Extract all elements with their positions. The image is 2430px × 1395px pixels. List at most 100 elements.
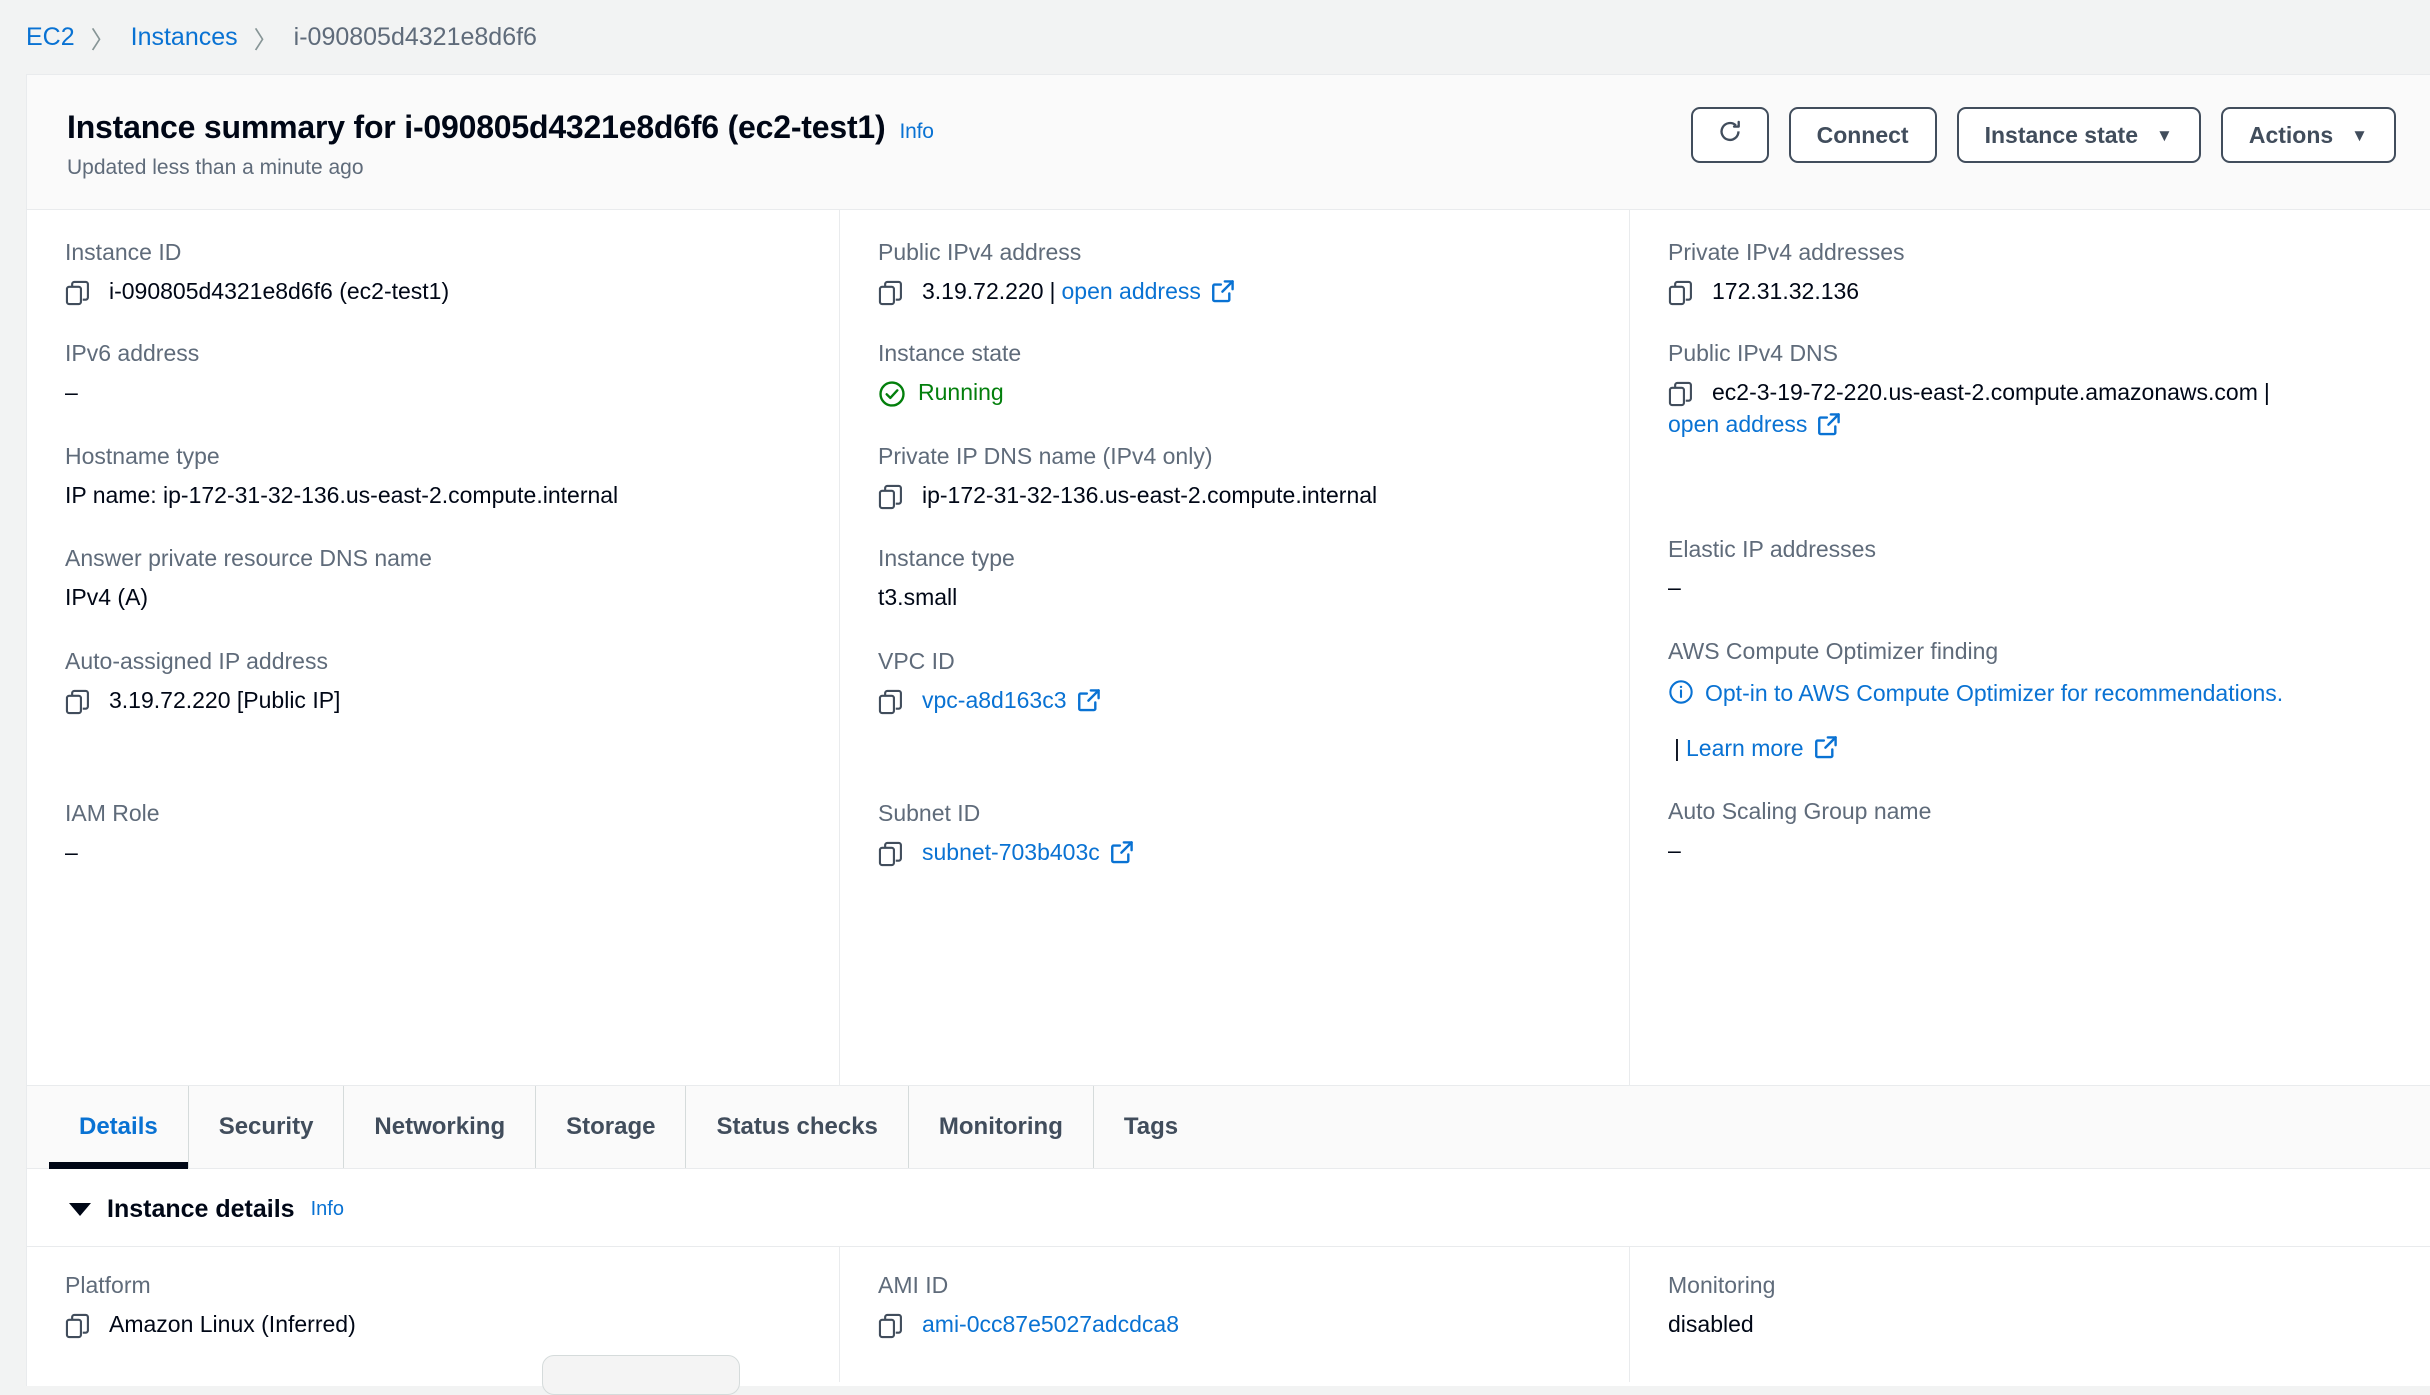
chevron-down-icon: ▼ [2351, 125, 2368, 145]
field-label: Private IPv4 addresses [1668, 239, 1905, 265]
copy-icon[interactable] [65, 1312, 91, 1340]
open-address-link[interactable]: open address [1062, 276, 1201, 308]
field-value: 172.31.32.136 [1668, 276, 2404, 308]
refresh-button[interactable] [1690, 107, 1769, 163]
instance-details-grid: Platform Amazon Linux (Inferred) AMI ID … [27, 1246, 2430, 1382]
instance-state-value: Running [918, 379, 1004, 406]
connect-button[interactable]: Connect [1788, 107, 1937, 163]
field-public-ipv4-dns: Public IPv4 DNS ec2-3-19-72-220.us-east-… [1668, 339, 2404, 440]
field-value: subnet-703b403c [878, 837, 1603, 869]
breadcrumb-item-ec2[interactable]: EC2 [26, 23, 75, 52]
actions-button[interactable]: Actions ▼ [2220, 107, 2396, 163]
external-link-icon[interactable] [1110, 840, 1134, 864]
info-link[interactable]: Info [899, 120, 933, 144]
chevron-down-icon[interactable] [69, 1203, 91, 1216]
tab-monitoring[interactable]: Monitoring [909, 1086, 1094, 1168]
field-label: Elastic IP addresses [1668, 535, 1876, 562]
external-link-icon[interactable] [1077, 688, 1101, 712]
field-label: IAM Role [65, 800, 160, 827]
section-header: Instance details Info [27, 1169, 2430, 1246]
chevron-down-icon: ▼ [2156, 125, 2173, 145]
copy-icon[interactable] [878, 688, 904, 716]
field-label: Instance state [878, 340, 1022, 367]
learn-more-link[interactable]: Learn more [1686, 735, 1804, 761]
updated-timestamp: Updated less than a minute ago [67, 156, 364, 179]
instance-details-section: Instance details Info Platform Amazon Li… [27, 1169, 2430, 1382]
field-private-ip-dns-name: Private IP DNS name (IPv4 only) ip-172-3… [878, 442, 1603, 511]
field-private-ipv4-addresses: Private IPv4 addresses 172.31.32.136 [1668, 238, 2404, 307]
breadcrumb-separator-icon: 〉 [253, 26, 278, 54]
breadcrumb-separator-icon: 〉 [90, 26, 115, 54]
field-value: 3.19.72.220 [Public IP] [65, 685, 813, 717]
field-value-text: ip-172-31-32-136.us-east-2.compute.inter… [922, 481, 1378, 508]
section-title: Instance details [107, 1195, 295, 1223]
instance-state-button-label: Instance state [1984, 121, 2138, 148]
tab-status-checks[interactable]: Status checks [686, 1086, 909, 1168]
field-label: Public IPv4 DNS [1668, 340, 1839, 367]
field-label: Subnet ID [878, 800, 981, 827]
ami-id-link[interactable]: ami-0cc87e5027adcdca8 [922, 1309, 1179, 1341]
field-label: VPC ID [878, 647, 955, 674]
tab-networking[interactable]: Networking [344, 1086, 537, 1168]
tab-label: Details [79, 1113, 158, 1140]
tab-security[interactable]: Security [189, 1086, 345, 1168]
page-title-text: Instance summary for i-090805d4321e8d6f6… [67, 109, 886, 145]
copy-icon[interactable] [878, 840, 904, 868]
field-answer-private-dns-name: Answer private resource DNS name IPv4 (A… [65, 544, 813, 613]
field-auto-scaling-group-name: Auto Scaling Group name – [1668, 797, 2404, 866]
external-link-icon[interactable] [1814, 735, 1838, 759]
field-compute-optimizer-finding: AWS Compute Optimizer finding Opt-in to … [1668, 637, 2404, 764]
field-value: ami-0cc87e5027adcdca8 [878, 1309, 1603, 1341]
instance-state-button[interactable]: Instance state ▼ [1956, 107, 2201, 163]
compute-optimizer-optin-link[interactable]: Opt-in to AWS Compute Optimizer for reco… [1705, 680, 2283, 706]
field-label: AMI ID [878, 1272, 949, 1298]
vpc-id-link[interactable]: vpc-a8d163c3 [922, 685, 1067, 717]
field-value: IPv4 (A) [65, 584, 149, 611]
tab-details[interactable]: Details [49, 1086, 189, 1169]
field-instance-type: Instance type t3.small [878, 544, 1603, 613]
field-value: Amazon Linux (Inferred) [65, 1309, 813, 1341]
field-value: Opt-in to AWS Compute Optimizer for reco… [1668, 675, 2404, 764]
tab-label: Tags [1123, 1113, 1179, 1140]
field-value: IP name: ip-172-31-32-136.us-east-2.comp… [65, 481, 619, 508]
field-label: Auto-assigned IP address [65, 647, 328, 674]
copy-icon[interactable] [65, 279, 91, 307]
field-auto-assigned-ip: Auto-assigned IP address 3.19.72.220 [Pu… [65, 647, 813, 716]
field-value-text: ec2-3-19-72-220.us-east-2.compute.amazon… [1712, 379, 2258, 406]
field-value: vpc-a8d163c3 [878, 685, 1603, 717]
tab-tags[interactable]: Tags [1094, 1086, 1208, 1168]
field-value-text: 172.31.32.136 [1712, 277, 1860, 304]
field-label: IPv6 address [65, 340, 200, 367]
external-link-icon[interactable] [1817, 412, 1841, 436]
summary-column-2: Public IPv4 address 3.19.72.220 | open a… [839, 210, 1629, 1085]
tab-label: Storage [566, 1113, 656, 1140]
field-label: Auto Scaling Group name [1668, 798, 1932, 825]
field-value: – [1668, 837, 1681, 864]
copy-icon[interactable] [1668, 279, 1694, 307]
card-header: Instance summary for i-090805d4321e8d6f6… [27, 75, 2430, 210]
copy-icon[interactable] [1668, 380, 1694, 408]
details-column-2: AMI ID ami-0cc87e5027adcdca8 [839, 1247, 1629, 1382]
field-value: 3.19.72.220 | open address [878, 276, 1603, 308]
subnet-id-link[interactable]: subnet-703b403c [922, 837, 1100, 869]
tab-storage[interactable]: Storage [536, 1086, 687, 1168]
open-address-link[interactable]: open address [1668, 409, 1807, 441]
copy-icon[interactable] [878, 483, 904, 511]
connect-button-label: Connect [1816, 121, 1909, 148]
summary-column-1: Instance ID i-090805d4321e8d6f6 (ec2-tes… [27, 210, 839, 1085]
field-ipv6-address: IPv6 address – [65, 339, 813, 408]
copy-icon[interactable] [65, 688, 91, 716]
field-elastic-ip-addresses: Elastic IP addresses – [1668, 535, 2404, 604]
info-link[interactable]: Info [311, 1198, 344, 1221]
external-link-icon[interactable] [1211, 279, 1235, 303]
copy-icon[interactable] [878, 1312, 904, 1340]
field-value: Running [878, 377, 1603, 409]
tab-label: Status checks [716, 1113, 878, 1140]
header-left: Instance summary for i-090805d4321e8d6f6… [67, 105, 934, 180]
field-label: Hostname type [65, 442, 220, 469]
breadcrumb-item-instances[interactable]: Instances [131, 23, 238, 52]
field-instance-id: Instance ID i-090805d4321e8d6f6 (ec2-tes… [65, 238, 813, 307]
breadcrumb: EC2 〉 Instances 〉 i-090805d4321e8d6f6 [0, 0, 2430, 74]
copy-icon[interactable] [878, 279, 904, 307]
field-platform: Platform Amazon Linux (Inferred) [65, 1271, 813, 1340]
